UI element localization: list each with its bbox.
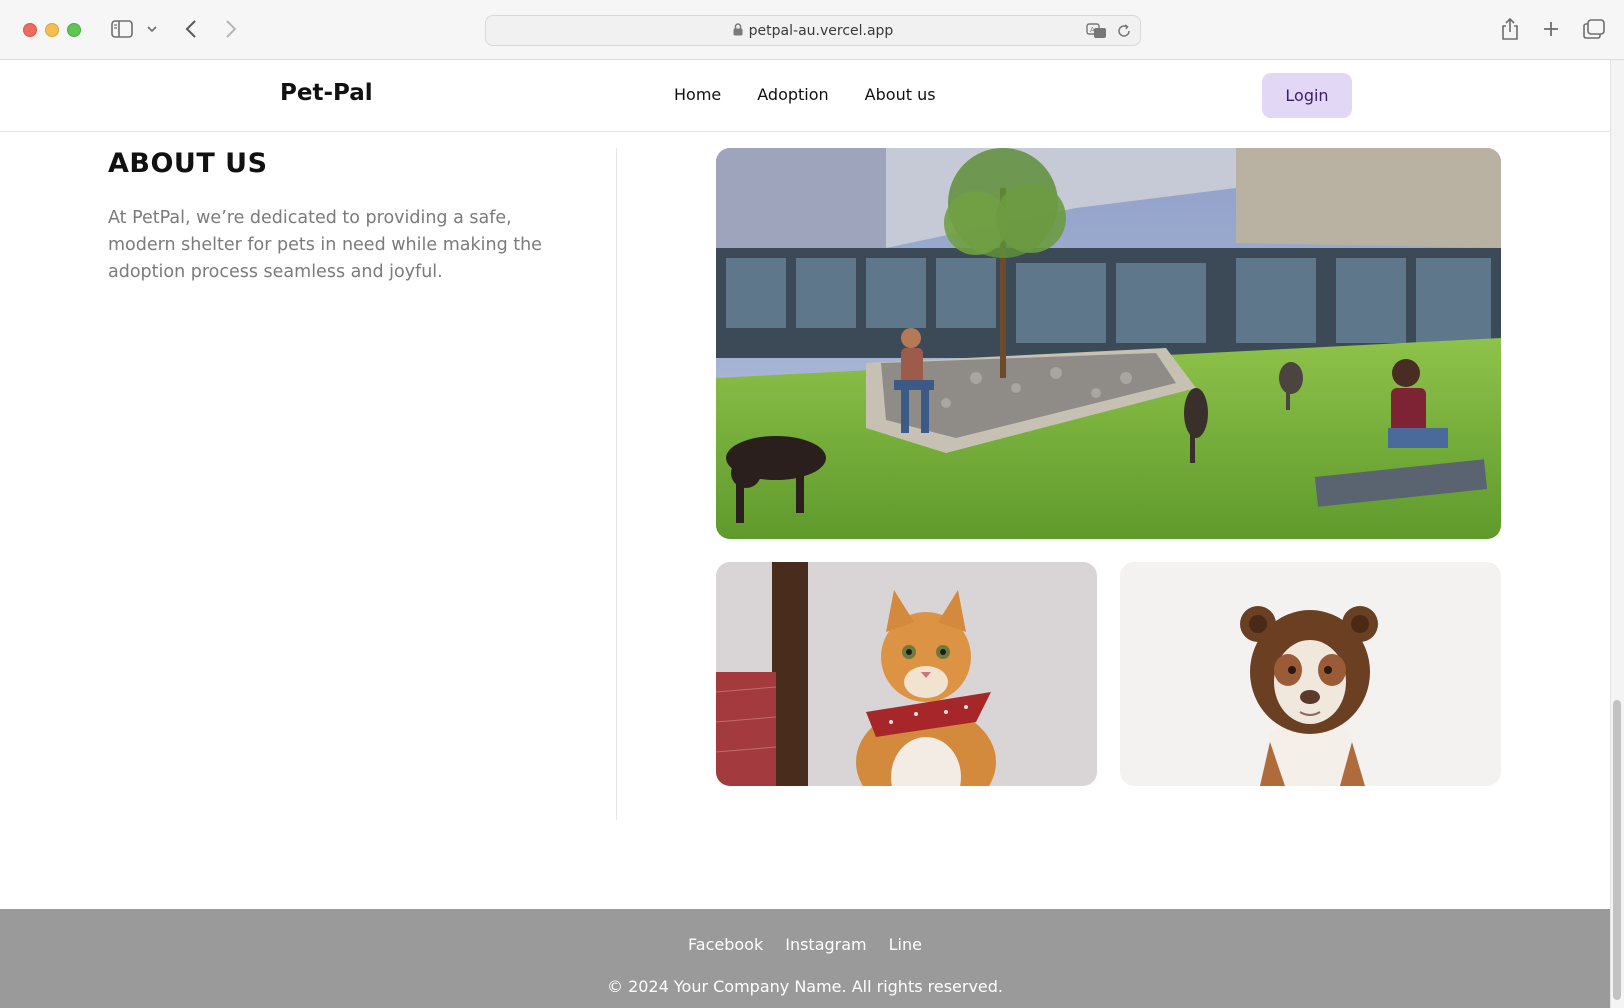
chevron-down-icon[interactable] bbox=[145, 18, 159, 40]
main-nav: Home Adoption About us bbox=[674, 85, 936, 104]
site-footer: Facebook Instagram Line © 2024 Your Comp… bbox=[0, 909, 1610, 1008]
footer-link-line[interactable]: Line bbox=[889, 935, 922, 954]
copyright-text: © 2024 Your Company Name. All rights res… bbox=[606, 977, 1004, 996]
sidebar-icon[interactable] bbox=[110, 18, 134, 40]
maximize-window-button[interactable] bbox=[67, 23, 81, 37]
share-icon[interactable] bbox=[1498, 16, 1522, 42]
close-window-button[interactable] bbox=[23, 23, 37, 37]
forward-icon[interactable] bbox=[220, 16, 242, 42]
footer-link-facebook[interactable]: Facebook bbox=[688, 935, 763, 954]
nav-home[interactable]: Home bbox=[674, 85, 721, 104]
scrollbar-thumb[interactable] bbox=[1613, 700, 1621, 1000]
browser-toolbar: petpal-au.vercel.app A bbox=[0, 0, 1624, 60]
translate-icon[interactable]: A bbox=[1086, 22, 1108, 40]
nav-about-us[interactable]: About us bbox=[865, 85, 936, 104]
dog-in-bear-hat-image bbox=[1120, 562, 1501, 786]
reload-icon[interactable] bbox=[1116, 22, 1132, 40]
brand-logo[interactable]: Pet-Pal bbox=[280, 80, 373, 106]
shelter-courtyard-image bbox=[716, 148, 1501, 539]
url-text: petpal-au.vercel.app bbox=[748, 22, 894, 39]
about-description: At PetPal, we’re dedicated to providing … bbox=[108, 208, 542, 282]
minimize-window-button[interactable] bbox=[45, 23, 59, 37]
address-bar[interactable]: petpal-au.vercel.app A bbox=[485, 15, 1141, 46]
svg-text:A: A bbox=[1090, 26, 1095, 34]
footer-link-instagram[interactable]: Instagram bbox=[785, 935, 866, 954]
plus-icon[interactable] bbox=[1540, 16, 1562, 42]
lock-icon bbox=[733, 21, 743, 40]
tabs-icon[interactable] bbox=[1582, 16, 1606, 42]
login-button[interactable]: Login bbox=[1262, 73, 1352, 118]
nav-adoption[interactable]: Adoption bbox=[757, 85, 828, 104]
about-title: ABOUT US bbox=[108, 148, 268, 179]
social-links: Facebook Instagram Line bbox=[0, 935, 1610, 954]
section-divider bbox=[616, 148, 617, 820]
back-icon[interactable] bbox=[180, 16, 202, 42]
site-header: Pet-Pal Home Adoption About us Login bbox=[0, 60, 1610, 132]
cat-image bbox=[716, 562, 1097, 786]
